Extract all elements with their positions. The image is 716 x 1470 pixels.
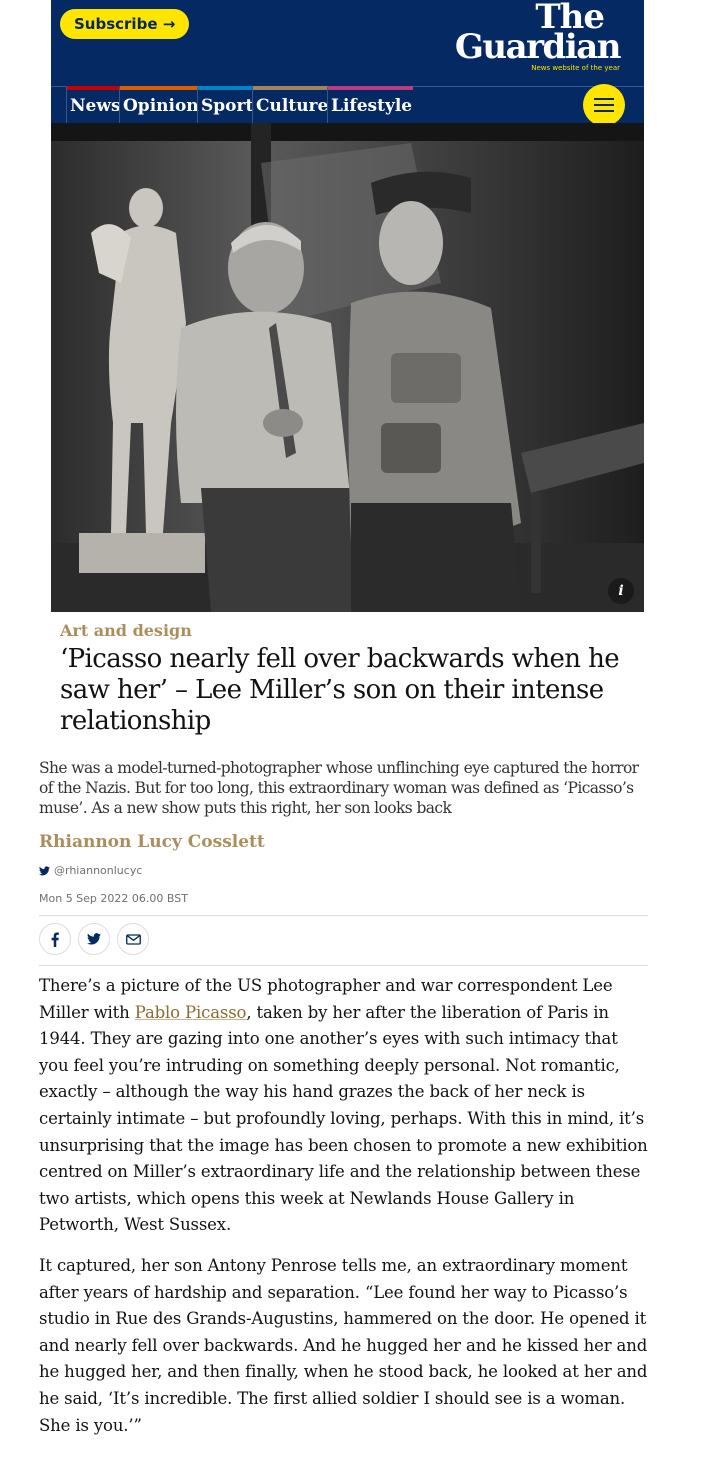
paragraph-text: , taken by her after the liberation of P…	[39, 1002, 648, 1235]
section-kicker[interactable]: Art and design	[60, 621, 192, 640]
nav-stripe-sport	[198, 86, 255, 90]
masthead: Subscribe → The Guardian News website of…	[51, 0, 644, 126]
nav-item-opinion[interactable]: Opinion	[119, 86, 200, 124]
nav-stripe-culture	[253, 86, 330, 90]
photo-illustration	[51, 123, 644, 612]
nav-stripe-news	[67, 86, 122, 90]
divider-top	[39, 915, 648, 916]
subscribe-label: Subscribe →	[74, 15, 176, 33]
twitter-bird-icon	[39, 865, 50, 875]
nav-item-sport[interactable]: Sport	[197, 86, 255, 124]
article-paragraph-2: It captured, her son Antony Penrose tell…	[39, 1256, 648, 1435]
article-standfirst: She was a model-turned-photographer whos…	[39, 759, 639, 817]
author-byline[interactable]: Rhiannon Lucy Cosslett	[39, 832, 265, 852]
nav-item-lifestyle[interactable]: Lifestyle	[327, 86, 413, 124]
nav-item-culture[interactable]: Culture	[252, 86, 330, 124]
image-info-label: i	[618, 583, 624, 599]
nav-item-news[interactable]: News	[66, 86, 122, 124]
facebook-icon[interactable]	[39, 923, 71, 955]
divider-bottom	[39, 965, 648, 966]
hamburger-menu-icon[interactable]	[583, 84, 625, 126]
hero-photo: i	[51, 123, 644, 612]
nav-label: Opinion	[123, 95, 199, 116]
publish-date: Mon 5 Sep 2022 06.00 BST	[39, 892, 188, 905]
subscribe-button[interactable]: Subscribe →	[60, 9, 190, 39]
pablo-picasso-link[interactable]: Pablo Picasso	[135, 1003, 247, 1022]
pillar-nav: News Opinion Sport Culture Lifestyle	[51, 86, 644, 124]
nav-label: Culture	[256, 95, 329, 116]
nav-label: Lifestyle	[331, 95, 413, 116]
article-headline: ‘Picasso nearly fell over backwards when…	[60, 644, 620, 736]
article-paragraph-1: There’s a picture of the US photographer…	[39, 973, 651, 1239]
nav-label: Sport	[201, 95, 254, 116]
twitter-handle: @rhiannonlucyc	[54, 864, 143, 877]
image-info-icon[interactable]: i	[608, 578, 634, 604]
guardian-logo[interactable]: The Guardian News website of the year	[454, 0, 622, 72]
nav-stripe-opinion	[120, 86, 200, 90]
nav-stripe-lifestyle	[328, 86, 413, 90]
logo-word-guardian: Guardian	[454, 27, 622, 67]
email-icon[interactable]	[117, 923, 149, 955]
nav-label: News	[70, 95, 121, 116]
twitter-icon[interactable]	[78, 923, 110, 955]
author-twitter[interactable]: @rhiannonlucyc	[39, 864, 142, 877]
